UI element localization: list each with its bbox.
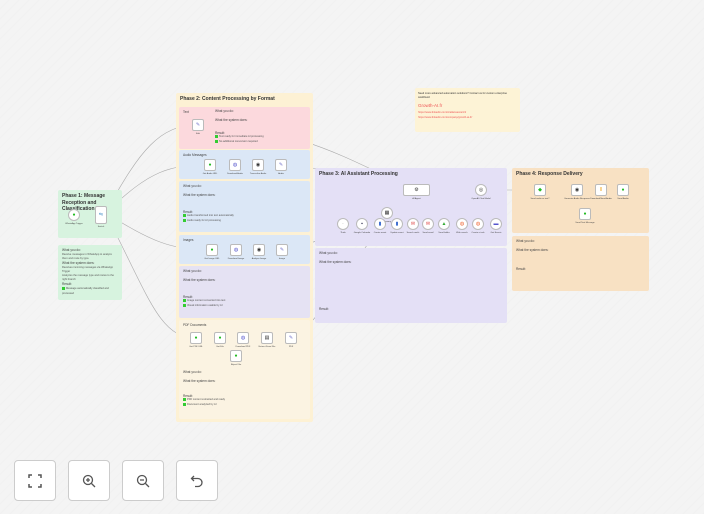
fit-icon: [28, 473, 42, 488]
undo-icon: [190, 475, 203, 487]
tool-label: Create a task: [471, 232, 485, 234]
promo-sticky: Need more advanced automation solutions?…: [415, 88, 520, 132]
phase1-notes: What you do: Receive messages in WhatsAp…: [58, 245, 122, 300]
image-edit-node[interactable]: ✎ Image: [276, 244, 288, 260]
tool-label: Web search: [456, 232, 468, 234]
get-audio-url-node[interactable]: ● Get Audio URL: [203, 159, 217, 175]
openai-chat-model-node[interactable]: ◎ OpenAI Chat Model: [471, 184, 491, 200]
ai-agent-node[interactable]: ⚙ AI Agent: [403, 184, 430, 200]
audio-section: Audio Messages: [179, 150, 310, 179]
brand-name: Growth-AI.fr: [418, 103, 443, 109]
tool-node-8[interactable]: ◍ Web search: [456, 218, 468, 234]
tool-node-10[interactable]: ▬ Get Events: [490, 218, 502, 234]
tool-label: Think: [340, 232, 346, 234]
switch-node[interactable]: ⇋ Switch: [95, 206, 107, 228]
memory-node[interactable]: ▦ Memory: [381, 207, 393, 223]
audio-notes: What you do: What the system does: Resul…: [179, 181, 310, 232]
get-file-node[interactable]: ● Get File: [214, 332, 226, 348]
send-audio-or-text-node[interactable]: ◆ Send audio or text?: [531, 184, 549, 200]
tool-node-5[interactable]: ✉ Search mails: [407, 218, 419, 234]
zoom-in-icon: [82, 474, 96, 487]
transcribe-audio-node[interactable]: ◉ Transcribe Audio: [250, 159, 266, 175]
tool-node-6[interactable]: ✉ Send email: [422, 218, 434, 234]
get-pdf-url-node[interactable]: ● Get PDF URL: [189, 332, 203, 348]
images-section: Images: [179, 235, 310, 264]
extract-from-file-node[interactable]: ▤ Extract From File: [259, 332, 275, 348]
download-image-node[interactable]: ◍ Download Image: [228, 244, 244, 260]
tool-label: Send folder: [438, 232, 450, 234]
generate-audio-response-node[interactable]: ◉ Generate Audio Response: [564, 184, 590, 200]
send-audio-node[interactable]: ● Send Audio: [617, 184, 629, 200]
pdf-edit-node[interactable]: ✎ PDF: [285, 332, 297, 348]
phase3-sticky: Phase 3: AI Assistant Processing: [315, 168, 507, 246]
tool-node-1[interactable]: · Think: [337, 218, 349, 234]
tool-node-3[interactable]: ▮ Create event: [374, 218, 386, 234]
reject-file-node[interactable]: ● Reject File: [230, 350, 242, 366]
zoom-in-button[interactable]: [68, 460, 110, 501]
download-send-audio-node[interactable]: ‖ Download/Send Audio: [590, 184, 612, 200]
reset-zoom-button[interactable]: [176, 460, 218, 501]
tool-node-7[interactable]: ▲ Send folder: [438, 218, 450, 234]
company-link[interactable]: https://www.linkedin.com/company/growth-…: [418, 116, 517, 120]
zoom-out-button[interactable]: [122, 460, 164, 501]
edit-text-node[interactable]: ✎ Edit: [192, 119, 204, 135]
get-image-url-node[interactable]: ● Get Image URL: [204, 244, 220, 260]
tool-node-9[interactable]: ◍ Create a task: [471, 218, 485, 234]
tool-node-2[interactable]: ▪ Google Calendar: [354, 218, 370, 234]
tool-node-4[interactable]: ▮ Update event: [390, 218, 404, 234]
zoom-to-fit-button[interactable]: [14, 460, 56, 501]
tool-label: Update event: [390, 232, 404, 234]
analyze-image-node[interactable]: ◉ Analyze Image: [252, 244, 266, 260]
tool-label: Search mails: [406, 232, 420, 234]
download-audio-node[interactable]: ◍ Download Audio: [227, 159, 243, 175]
download-pdf-node[interactable]: ◍ Download PDF: [236, 332, 250, 348]
phase4-notes: What you do: What the system does: Resul…: [512, 236, 649, 291]
tool-label: Google Calendar: [353, 232, 371, 234]
tool-label: Create event: [373, 232, 387, 234]
send-text-message-node[interactable]: ● Send Text Message: [575, 208, 595, 224]
tool-label: Send email: [422, 232, 434, 234]
phase3-notes: What you do: What the system does: Resul…: [315, 248, 507, 323]
tool-label: Get Events: [490, 232, 502, 234]
whatsapp-trigger-node[interactable]: ● WhatsApp Trigger: [65, 209, 83, 225]
workflow-canvas[interactable]: Phase 1: Message Reception and Classific…: [0, 0, 704, 514]
audio-edit-node[interactable]: ✎ Audio: [275, 159, 287, 175]
image-notes: What you do: What the system does: Resul…: [179, 266, 310, 318]
zoom-out-icon: [136, 474, 150, 487]
